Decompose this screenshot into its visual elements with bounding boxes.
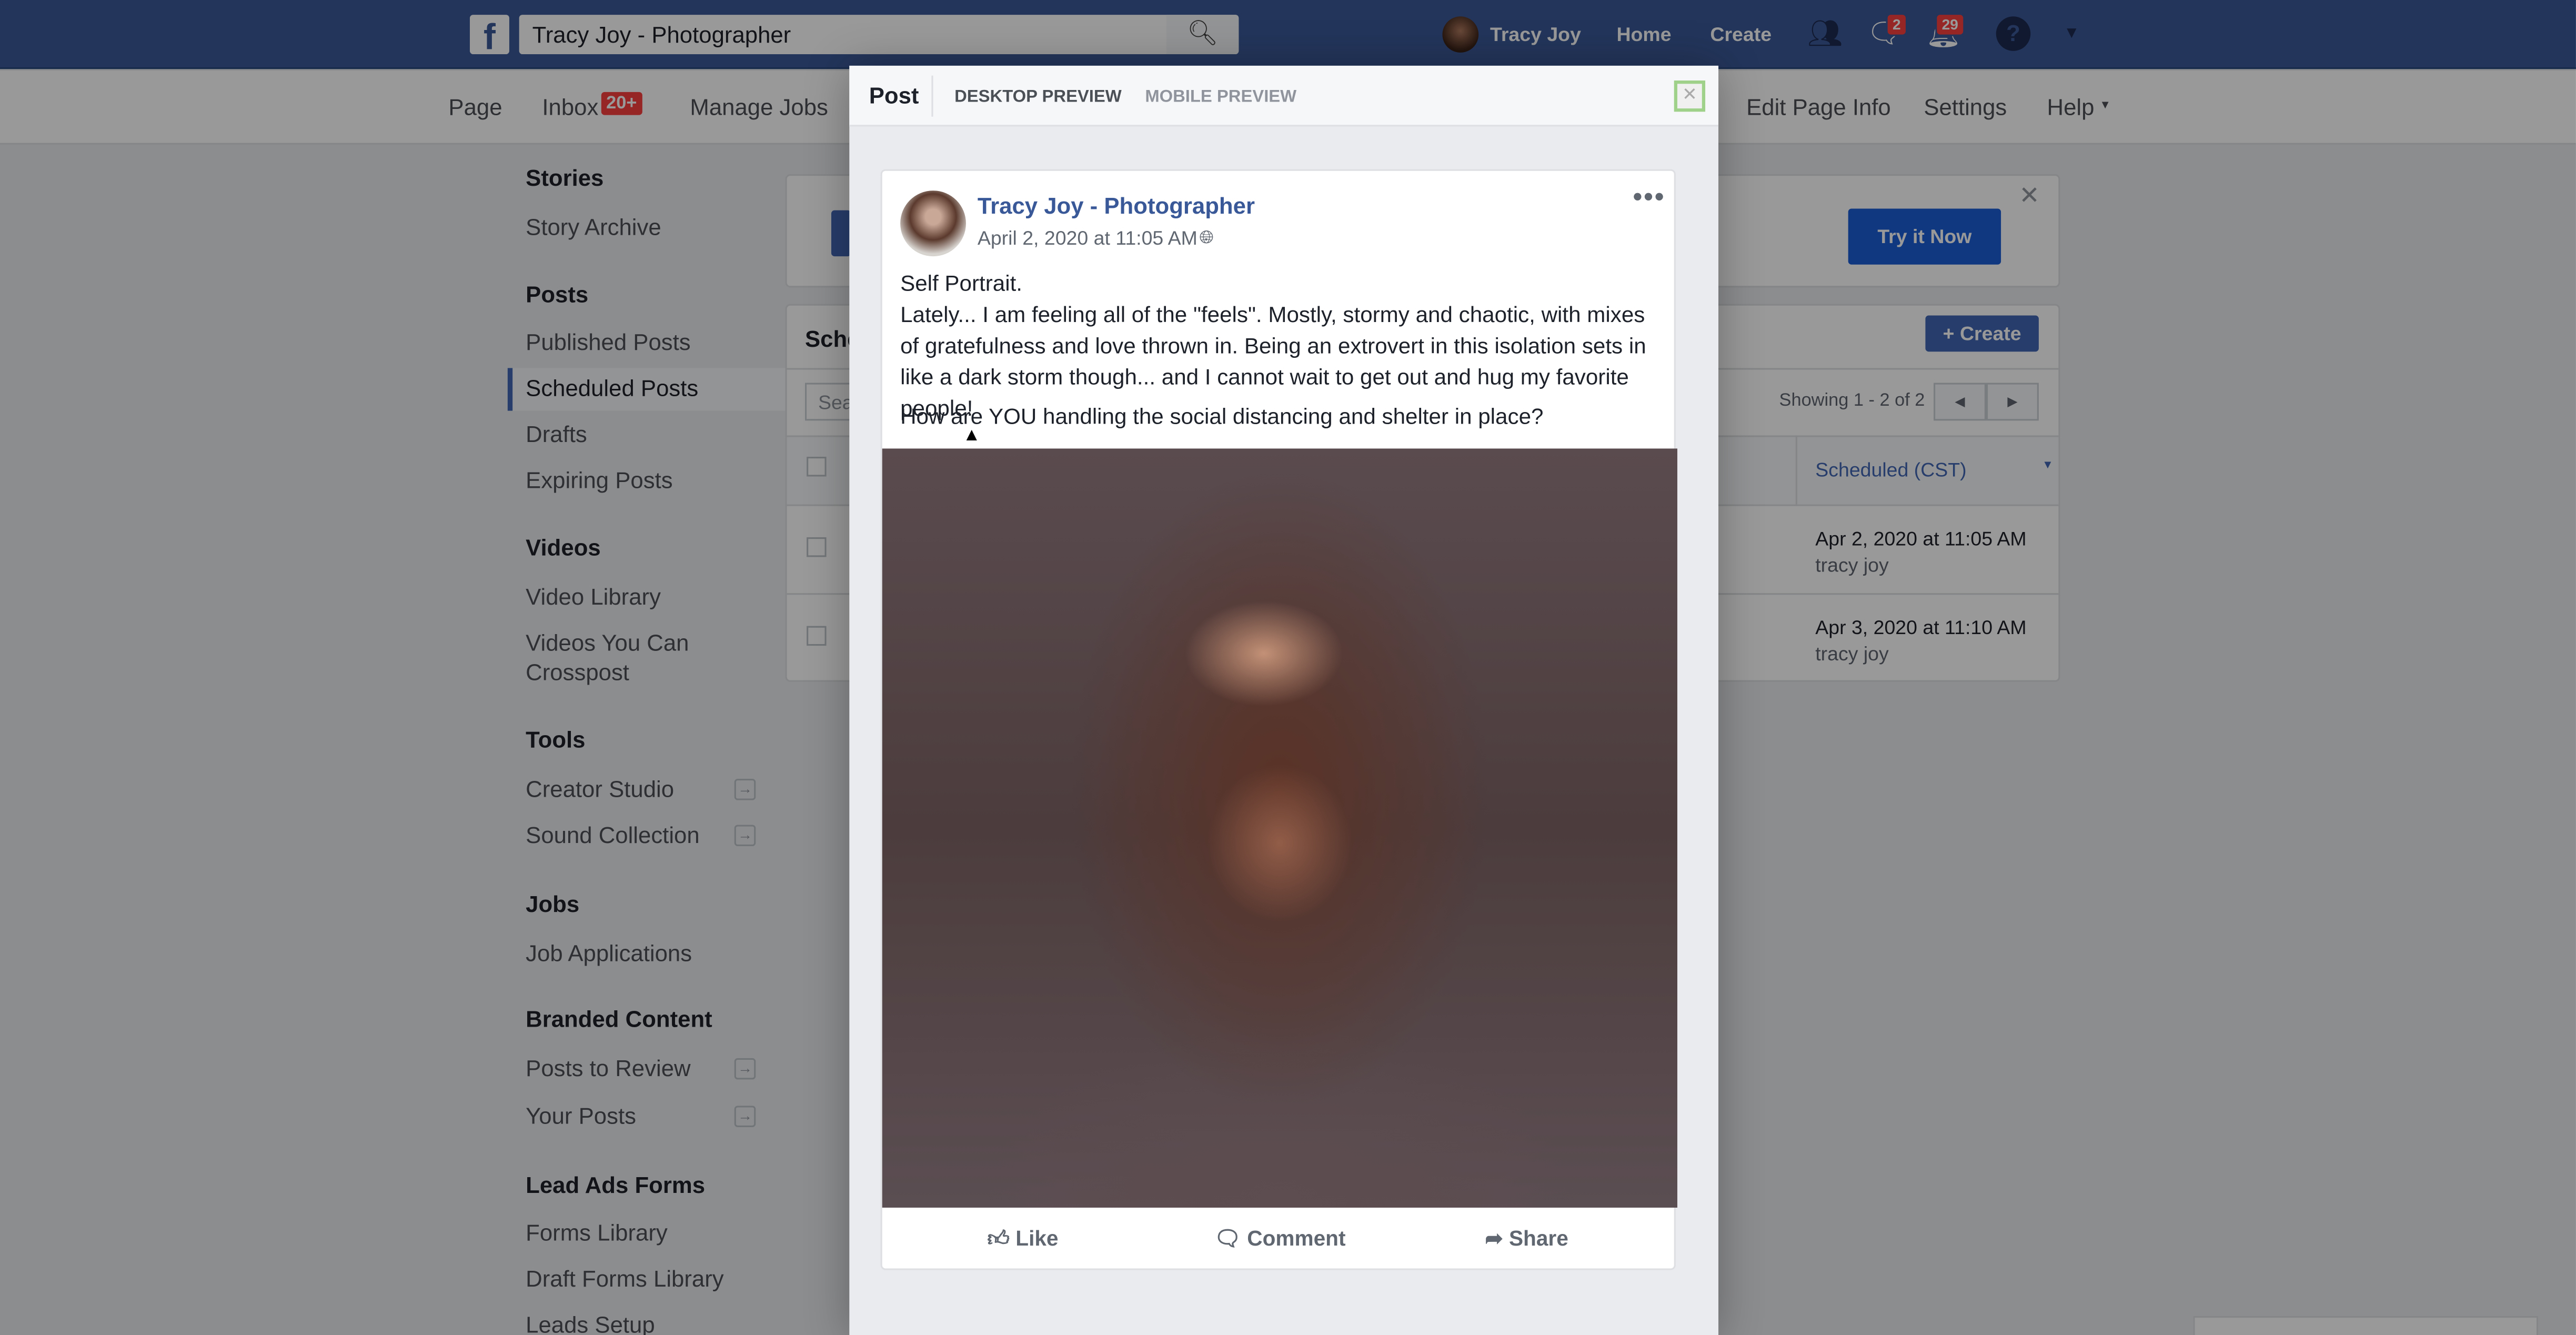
globe-icon: 🌐︎ — [1199, 228, 1214, 248]
share-label: Share — [1508, 1226, 1568, 1251]
like-label: Like — [1015, 1226, 1059, 1251]
post-photo[interactable] — [882, 448, 1677, 1208]
share-button[interactable]: ➦ Share — [1485, 1226, 1568, 1252]
like-button[interactable]: 👍︎ Like — [988, 1226, 1059, 1252]
tab-desktop-preview[interactable]: DESKTOP PREVIEW — [954, 87, 1122, 106]
share-icon: ➦ — [1485, 1226, 1509, 1251]
more-options-icon[interactable]: ••• — [1633, 184, 1666, 214]
post-preview-dialog: Post DESKTOP PREVIEW MOBILE PREVIEW ✕ Tr… — [849, 65, 1719, 1335]
post-preview-card: Tracy Joy - Photographer April 2, 2020 a… — [880, 169, 1677, 1270]
tab-mobile-preview[interactable]: MOBILE PREVIEW — [1145, 87, 1296, 106]
post-text-question: How are YOU handling the social distanci… — [900, 404, 1544, 429]
comment-label: Comment — [1247, 1226, 1346, 1251]
page-name-link[interactable]: Tracy Joy - Photographer — [978, 192, 1255, 218]
post-timestamp[interactable]: April 2, 2020 at 11:05 AM · — [978, 227, 1210, 250]
post-text-line: Self Portrait. — [900, 271, 1023, 296]
tab-post[interactable]: Post — [869, 82, 919, 108]
page-avatar[interactable] — [900, 190, 966, 257]
comment-button[interactable]: 🗨︎ Comment — [1214, 1226, 1345, 1252]
comment-icon: 🗨︎ — [1214, 1226, 1247, 1251]
mouse-cursor-icon: ▲ — [962, 425, 981, 446]
thumbs-up-icon: 👍︎ — [987, 1226, 1016, 1251]
divider — [931, 75, 933, 117]
close-dialog-button[interactable]: ✕ — [1674, 80, 1706, 112]
screen: f Tracy Joy - Photographer 🔍︎ Tracy Joy … — [0, 0, 2576, 1335]
